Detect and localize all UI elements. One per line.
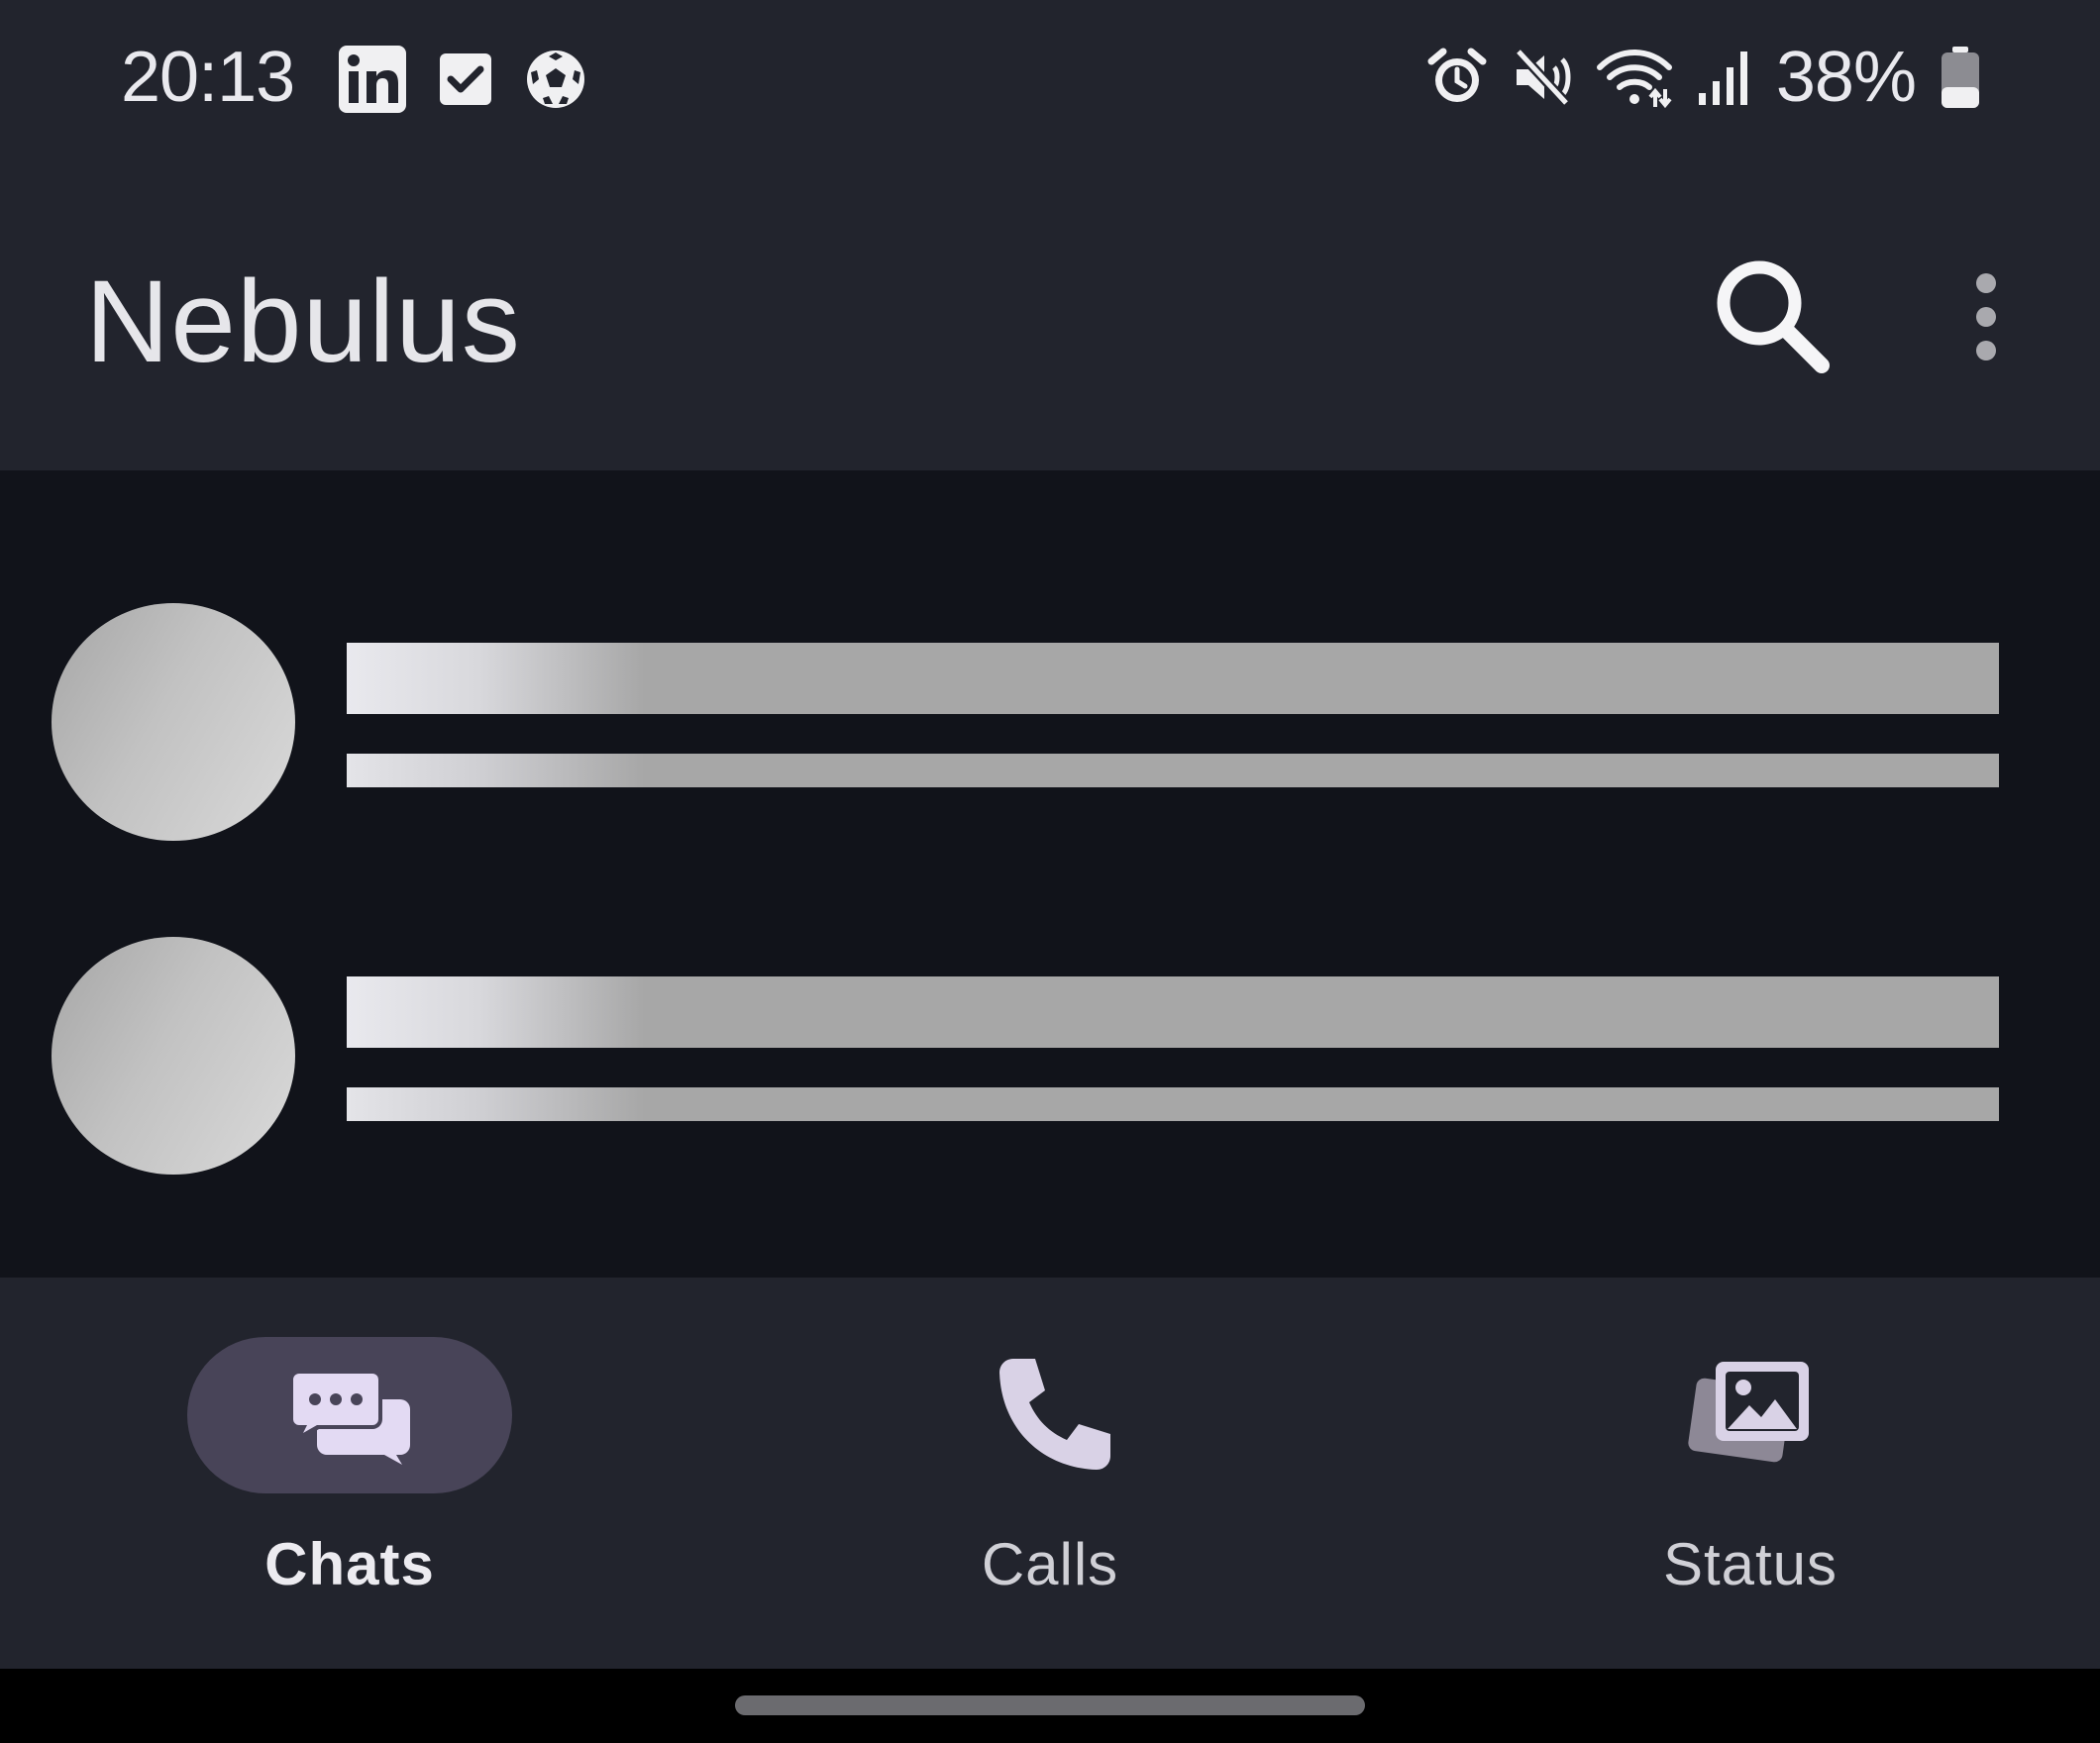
chat-list-loading [0, 470, 2100, 1278]
gesture-navigation-area [0, 1669, 2100, 1743]
skeleton-title-line [347, 976, 1999, 1048]
nav-label-calls: Calls [981, 1531, 1119, 1597]
app-bar: Nebulus [0, 158, 2100, 470]
search-icon[interactable] [1704, 248, 1842, 386]
battery-icon [1942, 47, 1979, 108]
cell-signal-icon [1698, 51, 1747, 105]
nav-item-calls[interactable]: Calls [700, 1278, 1400, 1669]
nav-icon-container [1588, 1337, 1913, 1493]
soccer-ball-icon [527, 51, 584, 108]
app-screen: 20:13 38% Nebulus Chats Calls Status [0, 0, 2100, 1743]
skeleton-avatar [52, 937, 295, 1175]
checkbox-icon [440, 53, 491, 105]
linkedin-icon [339, 46, 406, 113]
bottom-navigation: Chats Calls Status [0, 1278, 2100, 1669]
nav-icon-container [888, 1337, 1212, 1493]
wifi-icon [1596, 50, 1672, 109]
status-time: 20:13 [121, 38, 295, 117]
nav-item-chats[interactable]: Chats [0, 1278, 699, 1669]
skeleton-subtitle-line [347, 754, 1999, 787]
nav-label-chats: Chats [264, 1531, 435, 1597]
alarm-icon [1427, 48, 1487, 102]
skeleton-avatar [52, 603, 295, 841]
nav-active-indicator [187, 1337, 512, 1493]
gesture-handle[interactable] [735, 1695, 1365, 1715]
notification-icons [337, 44, 588, 115]
battery-percent: 38% [1775, 38, 1917, 117]
skeleton-title-line [347, 643, 1999, 714]
mute-icon [1515, 48, 1571, 107]
phone-icon [999, 1359, 1110, 1470]
chat-bubbles-icon [289, 1370, 410, 1465]
nav-label-status: Status [1662, 1531, 1838, 1597]
skeleton-row [0, 937, 2100, 1175]
skeleton-row [0, 603, 2100, 841]
photo-gallery-icon [1688, 1362, 1809, 1463]
system-icons: 38% [1425, 38, 1983, 117]
more-vert-icon[interactable] [1956, 267, 2016, 366]
app-title: Nebulus [85, 256, 521, 387]
nav-item-status[interactable]: Status [1401, 1278, 2100, 1669]
skeleton-subtitle-line [347, 1087, 1999, 1121]
status-bar: 20:13 38% [0, 0, 2100, 158]
